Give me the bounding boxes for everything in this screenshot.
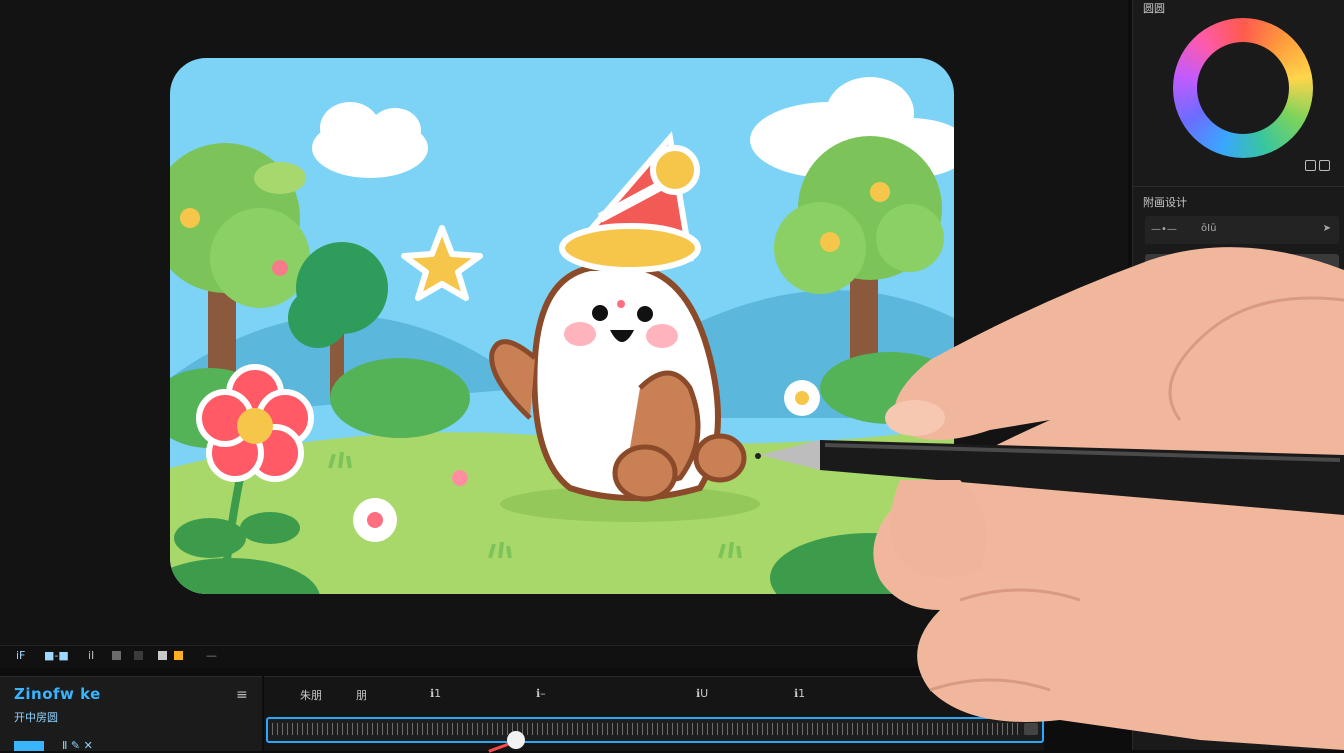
checkbox-icon[interactable]	[1319, 160, 1330, 171]
swatch[interactable]	[158, 651, 167, 660]
toolbar-grid-icon[interactable]: iF	[16, 649, 25, 662]
bottom-toolbar: iF ■-■ iI —	[0, 645, 1040, 668]
project-title: Zinofw ke	[14, 685, 101, 703]
artwork-canvas[interactable]	[170, 58, 954, 594]
swatch[interactable]	[112, 651, 121, 660]
project-subtitle: 开中房圆	[14, 711, 58, 724]
color-wheel[interactable]	[1173, 18, 1313, 158]
project-panel: Zinofw ke 开中房圆 ≡ Ⅱ ✎ ✕	[0, 676, 262, 752]
layer-row[interactable]	[1145, 296, 1339, 315]
toolbar-extra-icon[interactable]: —	[206, 649, 217, 662]
slider-label: ōIū	[1201, 223, 1217, 234]
layer-label: 鼠目	[1167, 264, 1187, 275]
timeline-ruler[interactable]	[266, 717, 1044, 743]
drawing-app: 圆圆 附画设计 —•— ōIū ➤ 鼠目 iF ■-■ iI — Zinofw …	[0, 0, 1344, 753]
canvas-workspace[interactable]	[0, 0, 1128, 645]
timeline-panel: 朱朋 朋 ℹ1 ℹ– ℹU ℹ1 ℹ1	[264, 676, 1044, 753]
color-panel-title: 圆圆	[1143, 2, 1165, 15]
slider-left-icon: —•—	[1151, 224, 1177, 235]
toolbar-frames-icon[interactable]: ■-■	[44, 649, 69, 662]
timeline-label: 朱朋	[300, 689, 322, 702]
tool-icons[interactable]: Ⅱ ✎ ✕	[62, 739, 93, 752]
timeline-marker: ℹ1	[430, 687, 442, 700]
timeline-marker: ℹ1	[794, 687, 806, 700]
panel-divider	[1133, 186, 1344, 187]
timeline-ticks	[272, 723, 1018, 735]
corner-arrow-icon	[1326, 300, 1335, 309]
timeline-marker: ℹ–	[536, 687, 546, 700]
timeline-marker: ℹ1	[954, 687, 966, 700]
brush-size-slider[interactable]: —•— ōIū ➤	[1145, 216, 1339, 244]
swatch[interactable]	[174, 651, 183, 660]
timeline-end-icon[interactable]	[1024, 723, 1038, 735]
slider-right-icon: ➤	[1322, 223, 1331, 234]
playhead-handle[interactable]	[507, 731, 525, 749]
toolbar-split-icon[interactable]: iI	[88, 649, 94, 662]
timeline-marker: ℹU	[696, 687, 709, 700]
color-panel: 圆圆 附画设计 —•— ōIū ➤ 鼠目	[1132, 0, 1344, 750]
checkbox-icon[interactable]	[1305, 160, 1316, 171]
swatch[interactable]	[134, 651, 143, 660]
color-wheel-center	[1197, 42, 1289, 134]
layer-row-selected[interactable]: 鼠目	[1145, 254, 1339, 280]
illustration	[170, 58, 954, 594]
menu-icon[interactable]: ≡	[236, 687, 248, 703]
timeline-label: 朋	[356, 689, 367, 702]
brush-section-title: 附画设计	[1143, 196, 1187, 209]
